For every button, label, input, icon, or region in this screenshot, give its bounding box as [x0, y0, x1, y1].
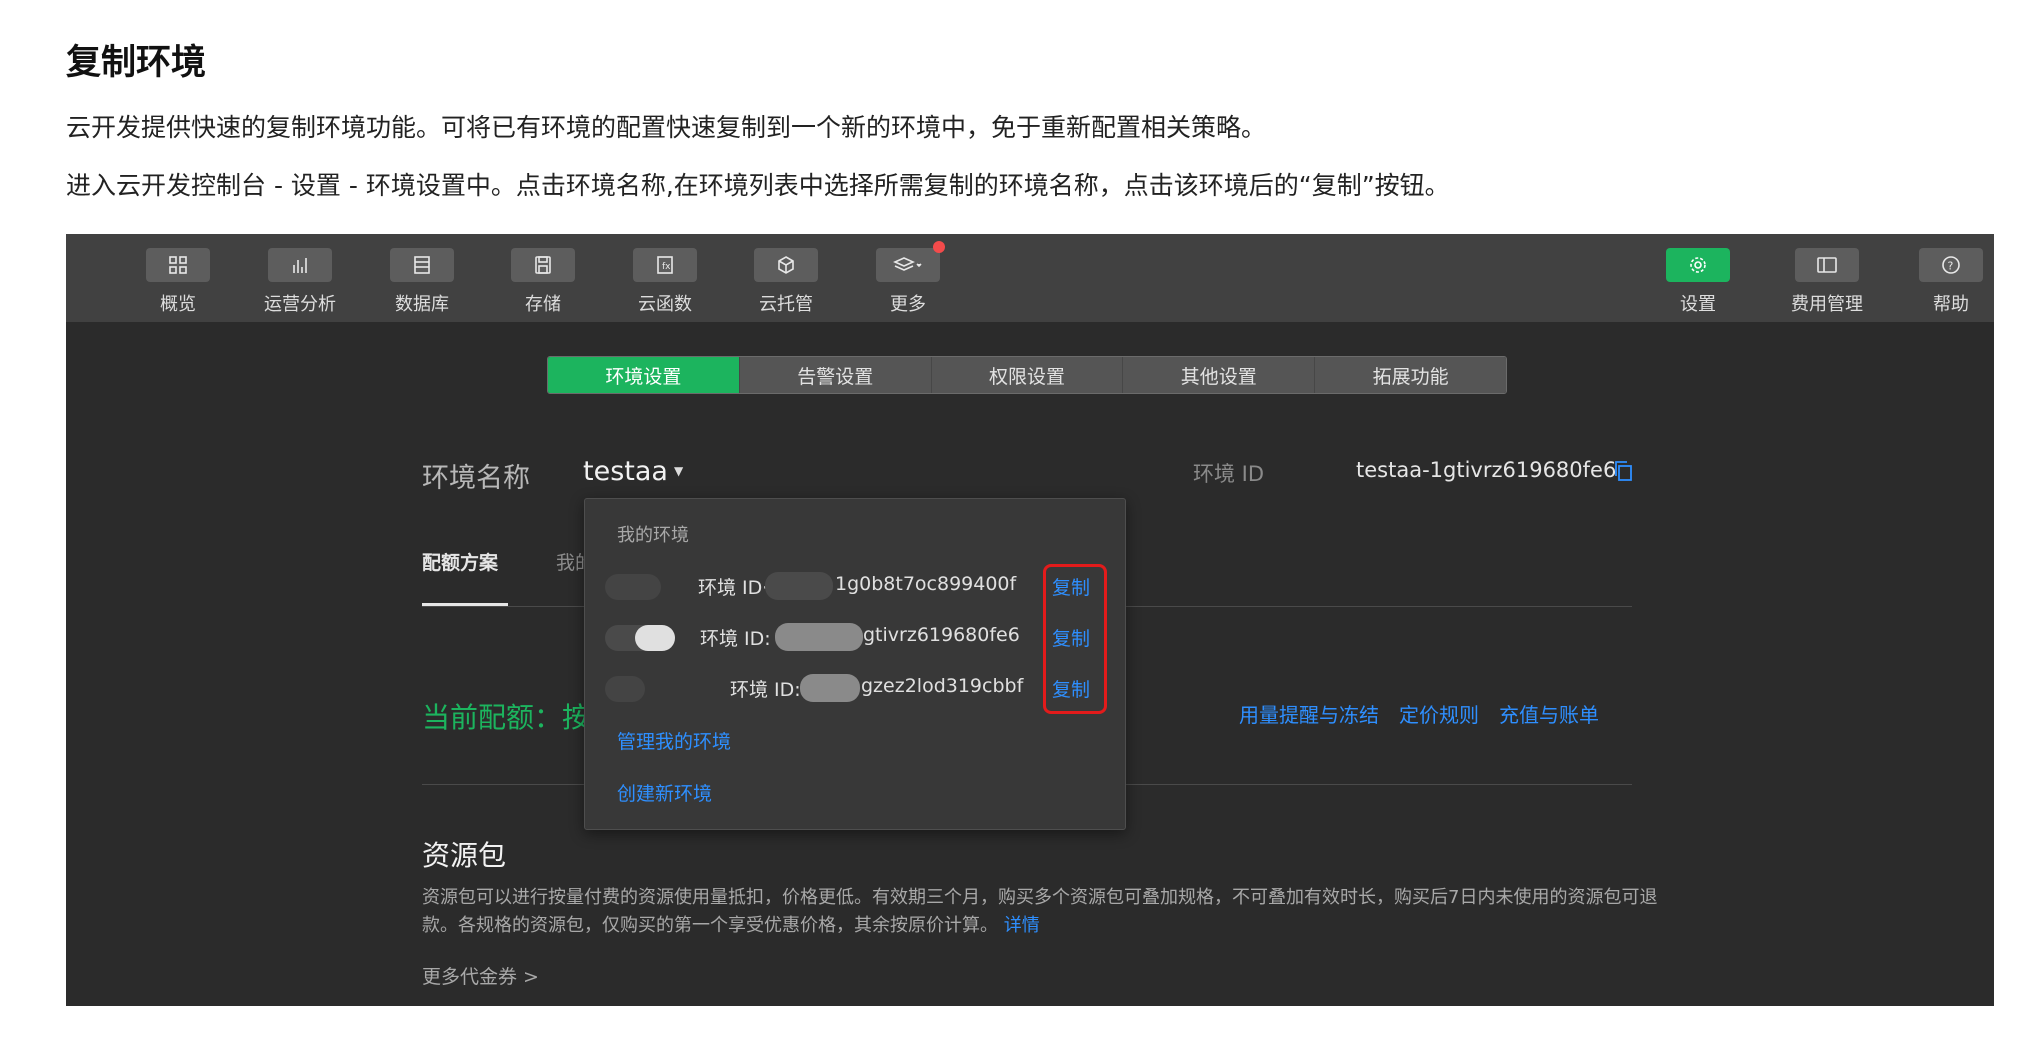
more-coupons-link[interactable]: 更多代金券 > [422, 962, 539, 989]
env-name-redacted [605, 676, 645, 702]
env-option-id-label: 环境 ID: [700, 628, 771, 650]
env-option[interactable]: 环境 ID: gzez2lod319cbbf 复制 [585, 667, 1125, 707]
intro-paragraph: 云开发提供快速的复制环境功能。可将已有环境的配置快速复制到一个新的环境中，免于重… [66, 113, 1267, 142]
nav-label: 运营分析 [264, 294, 336, 315]
dropdown-title: 我的环境 [617, 525, 689, 546]
copy-env-button[interactable]: 复制 [1052, 624, 1090, 651]
tab-env-settings[interactable]: 环境设置 [548, 357, 740, 393]
env-name-selector[interactable]: testaa [583, 456, 668, 487]
function-icon: fx [633, 248, 697, 282]
env-id-label: 环境 ID [1193, 462, 1265, 486]
console-screenshot: 概览 运营分析 数据库 存储 fx 云函数 云托管 更多 设置 费用管理 ? 帮… [66, 234, 1994, 1006]
details-link[interactable]: 详情 [1004, 915, 1040, 936]
nav-database[interactable]: 数据库 [382, 248, 462, 316]
tab-permission-settings[interactable]: 权限设置 [931, 357, 1124, 393]
caret-down-icon[interactable]: ▼ [674, 464, 683, 478]
redaction-mask [800, 674, 860, 702]
env-option-id: gtivrz619680fe6 [863, 624, 1020, 646]
redaction-mask [775, 623, 863, 651]
nav-billing[interactable]: 费用管理 [1787, 248, 1867, 316]
nav-cloud-hosting[interactable]: 云托管 [746, 248, 826, 316]
nav-functions[interactable]: fx 云函数 [625, 248, 705, 316]
cube-icon [754, 248, 818, 282]
notification-dot [933, 241, 945, 253]
copy-icon[interactable] [1614, 460, 1634, 482]
env-name-label: 环境名称 [422, 463, 530, 494]
nav-more[interactable]: 更多 [868, 241, 948, 316]
env-option[interactable]: 环境 ID· 1g0b8t7oc899400f 复制 [585, 565, 1125, 605]
nav-label: 概览 [160, 294, 196, 315]
current-quota: 当前配额：按 [422, 701, 591, 734]
nav-help[interactable]: ? 帮助 [1911, 248, 1991, 316]
tab-quota-plan[interactable]: 配额方案 [422, 548, 498, 575]
env-option-id-label: 环境 ID: [730, 679, 801, 701]
redaction-mask [765, 572, 833, 600]
copy-env-button[interactable]: 复制 [1052, 573, 1090, 600]
usage-alert-link[interactable]: 用量提醒与冻结 [1239, 699, 1379, 728]
nav-overview[interactable]: 概览 [138, 248, 218, 316]
nav-label: 更多 [890, 294, 926, 315]
env-name-redacted [635, 625, 675, 651]
env-option-id-label: 环境 ID· [698, 577, 769, 599]
nav-settings[interactable]: 设置 [1658, 248, 1738, 316]
settings-tabs: 环境设置 告警设置 权限设置 其他设置 拓展功能 [547, 356, 1507, 394]
gear-icon [1666, 248, 1730, 282]
env-id-value: testaa-1gtivrz619680fe6 [1356, 458, 1617, 482]
layers-icon [876, 241, 945, 282]
nav-label: 数据库 [395, 294, 449, 315]
svg-text:?: ? [1948, 260, 1954, 273]
env-option-id: gzez2lod319cbbf [861, 675, 1024, 697]
nav-label: 费用管理 [1791, 294, 1863, 315]
database-icon [390, 248, 454, 282]
svg-text:fx: fx [662, 262, 671, 272]
nav-analytics[interactable]: 运营分析 [260, 248, 340, 316]
wallet-icon [1795, 248, 1859, 282]
tab-other-settings[interactable]: 其他设置 [1123, 357, 1316, 393]
create-env-link[interactable]: 创建新环境 [617, 779, 712, 806]
pricing-rules-link[interactable]: 定价规则 [1399, 699, 1479, 728]
grid-icon [146, 248, 210, 282]
save-icon [511, 248, 575, 282]
page-title: 复制环境 [66, 43, 207, 83]
manage-envs-link[interactable]: 管理我的环境 [617, 727, 731, 754]
env-name-redacted [605, 574, 661, 600]
steps-paragraph: 进入云开发控制台 - 设置 - 环境设置中。点击环境名称,在环境列表中选择所需复… [66, 171, 1450, 200]
env-option-id: 1g0b8t7oc899400f [835, 573, 1017, 595]
nav-label: 帮助 [1933, 294, 1969, 315]
nav-label: 云函数 [638, 294, 692, 315]
resource-pack-title: 资源包 [422, 839, 507, 872]
recharge-bills-link[interactable]: 充值与账单 [1499, 699, 1599, 728]
help-icon: ? [1919, 248, 1983, 282]
env-dropdown: 我的环境 环境 ID· 1g0b8t7oc899400f 复制 环境 ID: g… [584, 498, 1126, 830]
nav-label: 设置 [1680, 294, 1716, 315]
resource-pack-desc: 资源包可以进行按量付费的资源使用量抵扣，价格更低。有效期三个月，购买多个资源包可… [422, 884, 1662, 940]
top-nav: 概览 运营分析 数据库 存储 fx 云函数 云托管 更多 设置 费用管理 ? 帮… [66, 234, 1994, 322]
nav-storage[interactable]: 存储 [503, 248, 583, 316]
tab-alert-settings[interactable]: 告警设置 [739, 357, 932, 393]
nav-label: 云托管 [759, 294, 813, 315]
nav-label: 存储 [525, 294, 561, 315]
copy-env-button[interactable]: 复制 [1052, 675, 1090, 702]
tab-extensions[interactable]: 拓展功能 [1315, 357, 1506, 393]
quota-links: 用量提醒与冻结 定价规则 充值与账单 [1239, 699, 1599, 728]
bar-chart-icon [268, 248, 332, 282]
env-option[interactable]: 环境 ID: gtivrz619680fe6 复制 [585, 616, 1125, 656]
